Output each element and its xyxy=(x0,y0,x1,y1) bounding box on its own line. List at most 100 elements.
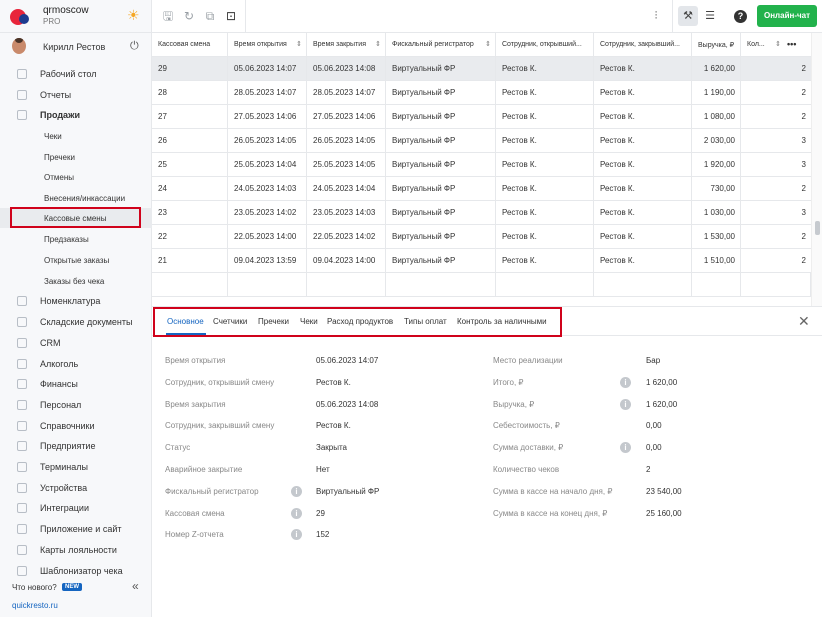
nav-item-terminals[interactable]: Терминалы xyxy=(0,457,152,477)
online-chat-button[interactable]: Онлайн-чат xyxy=(757,5,817,27)
nav-item-devices[interactable]: Устройства xyxy=(0,478,152,498)
nav-item-nomenclature[interactable]: Номенклатура xyxy=(0,291,152,311)
table-row[interactable]: 26 26.05.2023 14:05 26.05.2023 14:05 Виртуа… xyxy=(152,129,811,153)
empty-cell xyxy=(228,273,307,297)
sub-item-prechecks[interactable]: Пречеки xyxy=(0,147,152,167)
field-label: Выручка, ₽ xyxy=(493,399,535,409)
info-icon[interactable]: i xyxy=(291,485,302,497)
nav-item-enterprise[interactable]: Предприятие xyxy=(0,436,152,456)
column-header-fiscal[interactable]: Фискальный регистратор ⇕ xyxy=(386,33,496,57)
cell-fiscal: Виртуальный ФР xyxy=(386,249,496,273)
more-options-icon[interactable]: ••• xyxy=(787,39,796,49)
table-row[interactable]: 23 23.05.2023 14:02 23.05.2023 14:03 Виртуа… xyxy=(152,201,811,225)
nav-item-reports[interactable]: Отчеты xyxy=(0,85,152,105)
cell-count: 2 xyxy=(801,64,806,73)
field-label: Сумма доставки, ₽ xyxy=(493,443,564,453)
field-value: Нет xyxy=(316,465,330,474)
empty-cell xyxy=(496,273,594,297)
sort-icon[interactable]: ⇕ xyxy=(296,40,302,48)
nav-item-receipt-template[interactable]: Шаблонизатор чека xyxy=(0,561,152,581)
nav-item-directories[interactable]: Справочники xyxy=(0,416,152,436)
nav-item-warehouse[interactable]: Складские документы xyxy=(0,312,152,332)
info-icon[interactable]: i xyxy=(620,398,631,410)
cell-revenue: 1 080,00 xyxy=(692,105,741,129)
empty-cell xyxy=(307,273,386,297)
crm-icon xyxy=(17,338,27,348)
cell-shift: 22 xyxy=(152,225,228,249)
info-icon[interactable]: i xyxy=(291,529,302,541)
table-row[interactable]: 29 05.06.2023 14:07 05.06.2023 14:08 Виртуа… xyxy=(152,57,811,81)
field-label: Место реализации xyxy=(493,356,563,365)
table-row[interactable]: 24 24.05.2023 14:03 24.05.2023 14:04 Виртуа… xyxy=(152,177,811,201)
avatar xyxy=(12,38,26,54)
nav-item-alcohol[interactable]: Алкоголь xyxy=(0,354,152,374)
sort-icon[interactable]: ⇕ xyxy=(775,40,781,48)
cell-revenue: 1 190,00 xyxy=(692,81,741,105)
nav-item-integrations[interactable]: Интеграции xyxy=(0,498,152,518)
sub-item-open-orders[interactable]: Открытые заказы xyxy=(0,250,152,270)
table-scrollbar[interactable] xyxy=(811,33,822,306)
field-value: 23 540,00 xyxy=(646,486,682,496)
nav-item-loyalty[interactable]: Карты лояльности xyxy=(0,540,152,560)
copy-icon[interactable]: ⧉ xyxy=(203,9,217,23)
brand-name: qrmoscow xyxy=(43,5,89,16)
field-label: Количество чеков xyxy=(493,465,560,474)
table-row xyxy=(152,273,811,297)
scroll-thumb[interactable] xyxy=(815,221,820,235)
nav-item-sales[interactable]: Продажи xyxy=(0,105,152,125)
field-label: Сотрудник, открывший смену xyxy=(165,377,275,387)
column-header-close-time[interactable]: Время закрытия ⇕ xyxy=(307,33,386,57)
sub-item-deposits[interactable]: Внесения/инкассации xyxy=(0,188,152,208)
cell-fiscal: Виртуальный ФР xyxy=(386,129,496,153)
field-value: 0,00 xyxy=(646,421,662,431)
table-row[interactable]: 22 22.05.2023 14:00 22.05.2023 14:02 Виртуа… xyxy=(152,225,811,249)
column-header-closed-by[interactable]: Сотрудник, закрывший... xyxy=(594,33,692,57)
sun-icon[interactable]: ☀ xyxy=(127,8,140,22)
nav-item-dashboard[interactable]: Рабочий стол xyxy=(0,64,152,84)
field-value: 1 620,00 xyxy=(646,399,678,409)
field-value: 2 xyxy=(646,465,651,474)
sub-item-preorders[interactable]: Предзаказы xyxy=(0,229,152,249)
brand-header[interactable]: qrmoscow PRO ☀ xyxy=(0,0,152,33)
filter-sliders-icon[interactable]: ⫶ xyxy=(646,6,666,26)
field-label: Итого, ₽ xyxy=(493,377,524,387)
help-icon[interactable]: ? xyxy=(734,10,747,23)
table-row[interactable]: 21 09.04.2023 13:59 09.04.2023 14:00 Виртуа… xyxy=(152,249,811,273)
collapse-sidebar-icon[interactable]: « xyxy=(132,579,139,593)
sort-icon[interactable]: ⇕ xyxy=(375,40,381,48)
power-icon[interactable]: ⏻ xyxy=(130,40,139,53)
info-icon[interactable]: i xyxy=(620,442,631,454)
sort-icon[interactable]: ⇕ xyxy=(485,40,491,48)
list-icon[interactable]: ☰ xyxy=(700,6,720,26)
cell-count: 2 xyxy=(801,232,806,241)
close-icon[interactable]: ✕ xyxy=(798,313,810,330)
nav-item-staff[interactable]: Персонал xyxy=(0,395,152,415)
sub-item-cancellations[interactable]: Отмены xyxy=(0,167,152,187)
refresh-icon[interactable]: ↻ xyxy=(182,9,196,23)
cell-closed-by: Рестов К. xyxy=(594,105,692,129)
sub-item-checks[interactable]: Чеки xyxy=(0,126,152,146)
table-row[interactable]: 27 27.05.2023 14:06 27.05.2023 14:06 Виртуа… xyxy=(152,105,811,129)
column-header-shift[interactable]: Кассовая смена xyxy=(152,33,228,57)
cell-fiscal: Виртуальный ФР xyxy=(386,105,496,129)
column-header-count[interactable]: Кол... ⇕ xyxy=(741,33,811,57)
nav-item-app-site[interactable]: Приложение и сайт xyxy=(0,519,152,539)
column-header-opened-by[interactable]: Сотрудник, открывший... xyxy=(496,33,594,57)
info-icon[interactable]: i xyxy=(620,376,631,388)
tools-icon[interactable]: ⚒ xyxy=(678,6,698,26)
nav-item-finance[interactable]: Финансы xyxy=(0,374,152,394)
user-profile[interactable]: Кирилл Рестов ⏻ xyxy=(0,35,152,59)
field-value: Виртуальный ФР xyxy=(316,486,380,496)
column-header-open-time[interactable]: Время открытия ⇕ xyxy=(228,33,307,57)
nav-item-crm[interactable]: CRM xyxy=(0,333,152,353)
site-link[interactable]: quickresto.ru xyxy=(12,601,58,610)
save-icon[interactable]: 🖫 xyxy=(161,9,175,23)
inbox-icon[interactable]: ⊡ xyxy=(224,9,238,23)
whats-new-link[interactable]: Что нового? xyxy=(12,583,57,592)
sub-item-orders-without-check[interactable]: Заказы без чека xyxy=(0,271,152,291)
column-header-revenue[interactable]: Выручка, ₽ xyxy=(692,33,741,57)
field-value: Рестов К. xyxy=(316,377,351,387)
table-row[interactable]: 25 25.05.2023 14:04 25.05.2023 14:05 Виртуа… xyxy=(152,153,811,177)
table-row[interactable]: 28 28.05.2023 14:07 28.05.2023 14:07 Виртуа… xyxy=(152,81,811,105)
info-icon[interactable]: i xyxy=(291,507,302,519)
